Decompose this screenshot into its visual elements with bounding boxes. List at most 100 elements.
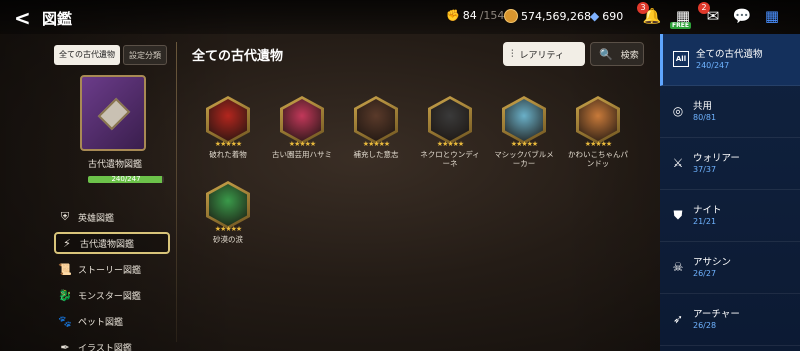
menu-item-label: ストーリー図鑑 xyxy=(78,265,142,276)
stamina-max: /154 xyxy=(479,9,505,22)
class-filter-count: 37/37 xyxy=(693,165,717,174)
rarity-filter-button[interactable]: ⫶ レアリティ xyxy=(503,42,585,66)
feather-icon: ✒ xyxy=(60,340,70,351)
relic-frame xyxy=(206,96,250,144)
menu-item-illustration[interactable]: ✒ イラスト図鑑 xyxy=(54,336,170,351)
menu-item-monster[interactable]: 🐉 モンスター図鑑 xyxy=(54,284,170,306)
mail-button[interactable]: 2 ✉ xyxy=(698,2,724,27)
stamina-current: 84 xyxy=(462,9,477,22)
menu-item-pet[interactable]: 🐾 ペット図鑑 xyxy=(54,310,170,332)
class-filter-count: 26/27 xyxy=(693,269,717,278)
free-badge: FREE xyxy=(670,22,691,29)
relic-card[interactable]: ★★★★★ 砂漠の涙 xyxy=(197,181,259,244)
book-name: 古代遺物図鑑 xyxy=(87,160,142,170)
search-label: 検索 xyxy=(620,50,639,61)
relic-stars: ★★★★★ xyxy=(584,140,612,148)
collection-progress-text: 240/247 xyxy=(111,175,141,183)
relic-icon xyxy=(209,99,247,141)
relic-card[interactable]: ★★★★★ かわいこちゃんパンドッ xyxy=(567,96,629,168)
class-filter-item[interactable]: ➶ アーチャー 26/28 xyxy=(660,294,800,346)
relic-stars: ★★★★★ xyxy=(288,140,316,148)
class-filter-name: 全ての古代遺物 xyxy=(696,49,763,60)
menu-item-hero[interactable]: ⛨ 英雄図鑑 xyxy=(54,206,170,228)
class-filter-name: ナイト xyxy=(693,205,722,216)
class-filter-name: アーチャー xyxy=(693,309,740,320)
class-filter-panel: All 全ての古代遺物 240/247 ◎ 共用 80/81 ⚔ ウォリアー 37/37 ⛊ ナイト… xyxy=(660,34,800,351)
bell-button[interactable]: 3 🔔 xyxy=(637,2,663,27)
stamina-counter[interactable]: ✊ 84 /154 xyxy=(446,9,504,22)
relic-card[interactable]: ★★★★★ ネクロとウンディーネ xyxy=(419,96,481,168)
relic-frame xyxy=(576,96,620,144)
bell-badge: 3 xyxy=(637,2,649,14)
class-filter-item[interactable]: ⚔ ウォリアー 37/37 xyxy=(660,138,800,190)
gold-value: 574,569,268 xyxy=(521,9,591,23)
filter-icon: ⫶ xyxy=(511,48,514,60)
class-filter-item[interactable]: ⛊ ナイト 21/21 xyxy=(660,190,800,242)
relic-icon xyxy=(357,99,395,141)
relic-card[interactable]: ★★★★★ マシックバブルメーカー xyxy=(493,96,555,168)
relic-icon xyxy=(431,99,469,141)
rarity-label: レアリティ xyxy=(519,50,564,61)
shield-icon: ⛨ xyxy=(60,210,70,223)
relic-frame xyxy=(354,96,398,144)
search-button[interactable]: 🔍 検索 xyxy=(590,42,644,66)
class-filter-name: 共用 xyxy=(693,101,713,112)
relic-frame xyxy=(206,181,250,229)
class-filter-item[interactable]: All 全ての古代遺物 240/247 xyxy=(660,34,800,86)
panel-divider xyxy=(176,42,177,342)
relic-stars: ★★★★★ xyxy=(510,140,538,148)
relic-icon xyxy=(579,99,617,141)
relic-frame xyxy=(428,96,472,144)
gem-counter[interactable]: ◆ 690 xyxy=(590,9,623,23)
bow-icon: ➶ xyxy=(672,312,684,326)
menu-item-label: ペット図鑑 xyxy=(78,317,124,328)
relic-icon xyxy=(505,99,543,141)
lightning-icon: ⚡ xyxy=(63,236,71,250)
relic-name: 破れた着物 xyxy=(209,150,247,159)
dragon-icon: 🐉 xyxy=(58,288,72,302)
class-filter-count: 80/81 xyxy=(693,113,717,122)
chevron-left-icon[interactable]: < xyxy=(14,6,31,30)
menu-item-label: イラスト図鑑 xyxy=(78,343,132,351)
section-title: 全ての古代遺物 xyxy=(192,49,284,64)
free-shop-button[interactable]: ▦ FREE xyxy=(670,5,694,29)
class-filter-item[interactable]: ☠ アサシン 26/27 xyxy=(660,242,800,294)
relic-name: ネクロとウンディーネ xyxy=(420,150,480,168)
class-filter-name: アサシン xyxy=(693,257,732,268)
class-filter-count: 21/21 xyxy=(693,217,717,226)
top-bar: < 図鑑 ✊ 84 /154 574,569,268 ◆ 690 3 🔔 ▦ F… xyxy=(0,0,800,34)
chat-button[interactable]: 💬 xyxy=(731,5,753,27)
relic-frame xyxy=(280,96,324,144)
relic-stars: ★★★★★ xyxy=(214,140,242,148)
left-tabs: 全ての古代遺物 設定分類 xyxy=(54,45,167,65)
grid-icon: ▦ xyxy=(764,7,780,25)
chat-icon: 💬 xyxy=(732,7,752,25)
relic-name: 古い園芸用ハサミ xyxy=(272,150,332,159)
gold-counter[interactable]: 574,569,268 xyxy=(504,9,591,23)
paw-icon: 🐾 xyxy=(58,314,72,328)
tab-set-category[interactable]: 設定分類 xyxy=(123,45,167,65)
swords-icon: ⚔ xyxy=(672,156,684,170)
relic-name: 補充した意志 xyxy=(353,150,399,159)
relic-frame xyxy=(502,96,546,144)
class-filter-count: 26/28 xyxy=(693,321,717,330)
class-filter-count: 240/247 xyxy=(696,61,730,70)
mail-badge: 2 xyxy=(698,2,710,14)
swirl-icon: ◎ xyxy=(672,104,684,118)
menu-item-story[interactable]: 📜 ストーリー図鑑 xyxy=(54,258,170,280)
search-icon: 🔍 xyxy=(599,47,613,61)
relic-card[interactable]: ★★★★★ 破れた着物 xyxy=(197,96,259,159)
codex-menu: ⛨ 英雄図鑑 ⚡ 古代遺物図鑑 📜 ストーリー図鑑 🐉 モンスター図鑑 🐾 ペッ… xyxy=(54,206,170,351)
relic-card[interactable]: ★★★★★ 古い園芸用ハサミ xyxy=(271,96,333,159)
assassin-icon: ☠ xyxy=(672,260,684,274)
class-filter-item[interactable]: ◎ 共用 80/81 xyxy=(660,86,800,138)
gem-value: 690 xyxy=(602,9,624,23)
relic-card[interactable]: ★★★★★ 補充した意志 xyxy=(345,96,407,159)
class-filter-name: ウォリアー xyxy=(693,153,740,164)
relic-icon xyxy=(209,184,247,226)
grid-menu-button[interactable]: ▦ xyxy=(761,5,783,27)
relic-stars: ★★★★★ xyxy=(436,140,464,148)
menu-item-relic[interactable]: ⚡ 古代遺物図鑑 xyxy=(54,232,170,254)
all-icon: All xyxy=(673,51,689,67)
tab-all-relics[interactable]: 全ての古代遺物 xyxy=(54,45,120,65)
